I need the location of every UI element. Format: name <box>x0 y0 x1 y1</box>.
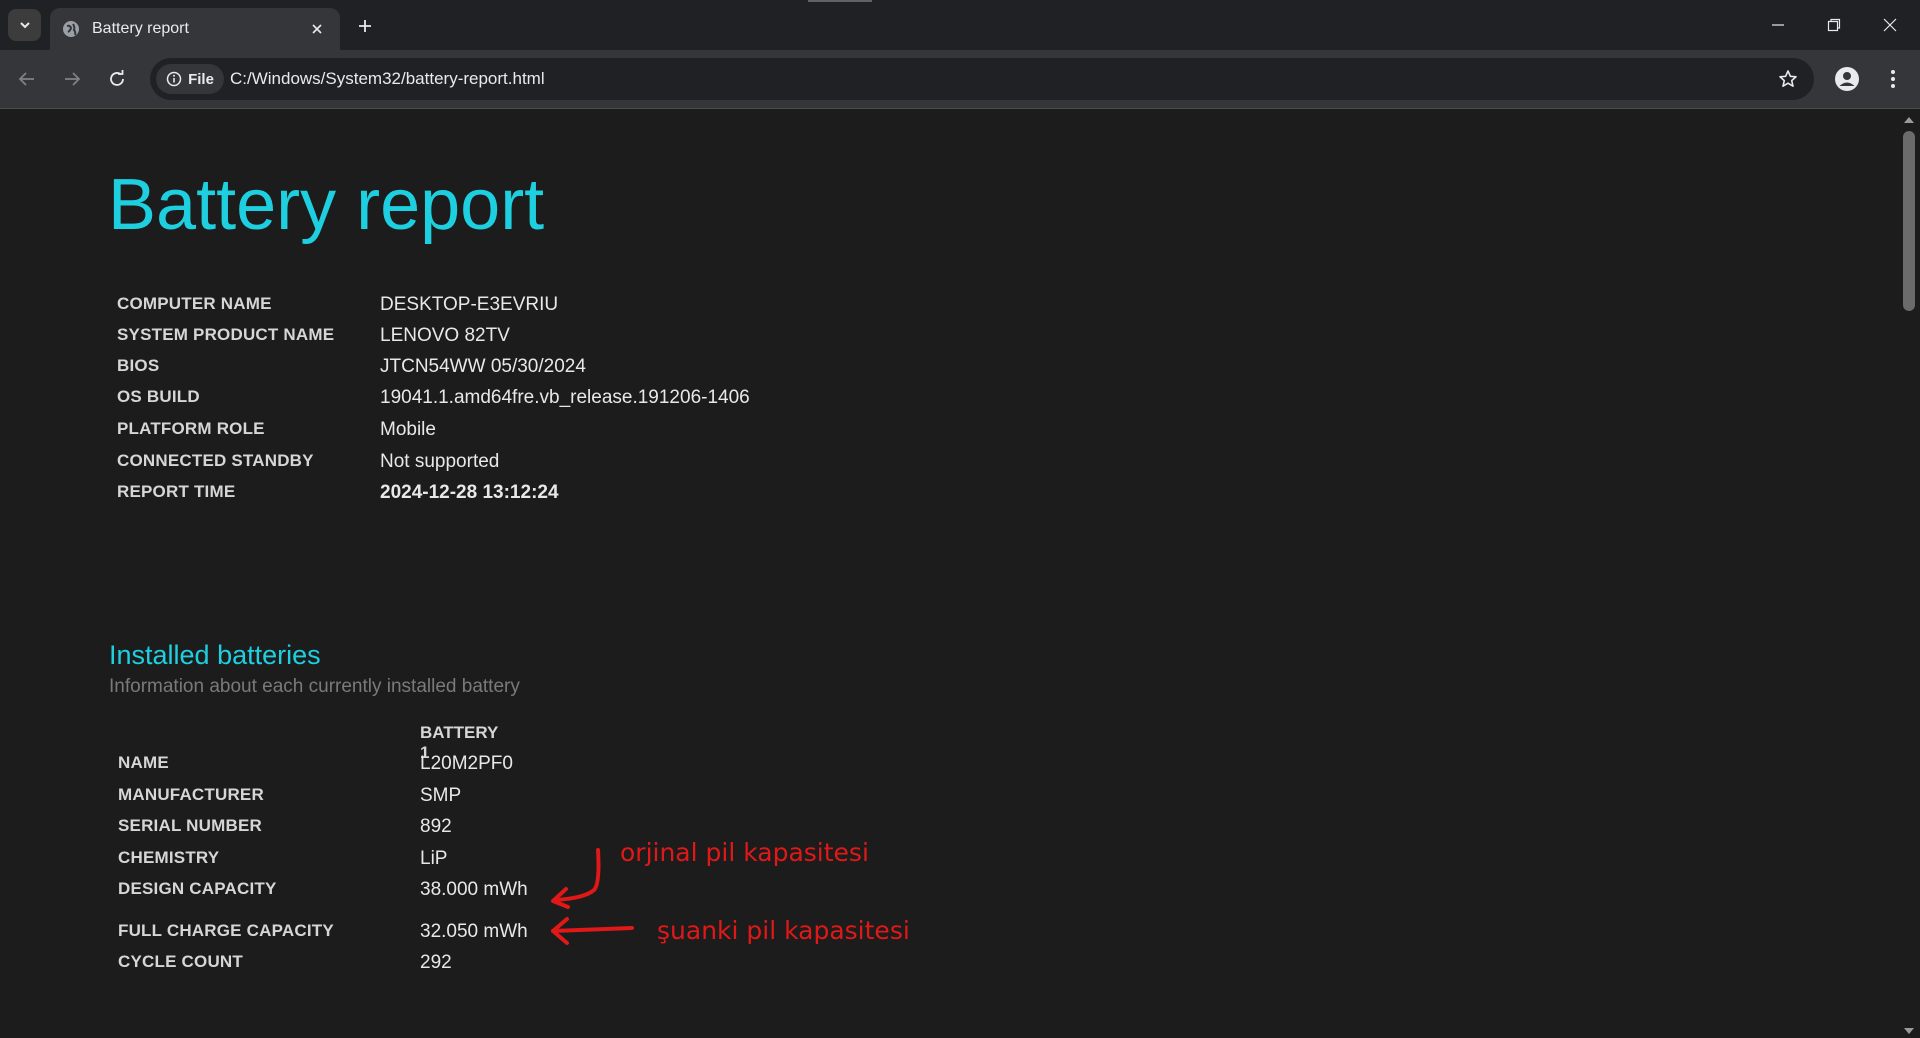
bookmark-star-icon[interactable] <box>1776 67 1800 91</box>
menu-button[interactable] <box>1876 62 1910 96</box>
scroll-up-arrow-icon[interactable] <box>1904 117 1914 123</box>
scrollbar-thumb[interactable] <box>1903 131 1915 311</box>
reload-icon <box>110 70 124 86</box>
browser-toolbar: File C:/Windows/System32/battery-report.… <box>0 50 1920 109</box>
new-tab-button[interactable] <box>352 13 378 39</box>
close-window-button[interactable] <box>1862 0 1918 50</box>
tab-strip: Battery report <box>0 0 1920 50</box>
back-button[interactable] <box>10 62 44 96</box>
plus-icon <box>359 20 371 32</box>
scroll-down-arrow-icon[interactable] <box>1904 1028 1914 1034</box>
chevron-down-icon <box>19 22 30 29</box>
page-content: Battery report COMPUTER NAME DESKTOP-E3E… <box>0 109 1898 1038</box>
minimize-button[interactable] <box>1750 0 1806 50</box>
avatar-icon <box>1835 67 1859 91</box>
close-icon <box>1883 18 1897 32</box>
arrow-left-icon <box>18 72 34 86</box>
site-info-chip[interactable]: File <box>156 64 224 94</box>
profile-button[interactable] <box>1830 62 1864 96</box>
close-tab-icon[interactable] <box>306 18 328 40</box>
annotation-arrows <box>551 848 634 945</box>
annotation-full-charge-capacity: şuanki pil kapasitesi <box>657 916 910 945</box>
forward-button[interactable] <box>55 62 89 96</box>
window-drag-indicator <box>808 0 872 2</box>
reload-button[interactable] <box>100 62 134 96</box>
chip-label: File <box>188 70 214 88</box>
page-scrollbar[interactable] <box>1898 109 1920 1038</box>
globe-icon <box>62 20 80 38</box>
tab-title: Battery report <box>92 20 189 37</box>
address-bar[interactable]: File C:/Windows/System32/battery-report.… <box>150 58 1814 100</box>
kebab-menu-icon <box>1891 70 1895 88</box>
url-text[interactable]: C:/Windows/System32/battery-report.html <box>230 58 545 100</box>
minimize-icon <box>1772 24 1784 26</box>
arrow-right-icon <box>65 72 81 86</box>
tab-search-button[interactable] <box>8 9 41 41</box>
tab-battery-report[interactable]: Battery report <box>50 8 340 50</box>
straight-arrow <box>551 926 634 933</box>
info-icon <box>166 71 182 87</box>
restore-button[interactable] <box>1806 0 1862 50</box>
annotation-design-capacity: orjinal pil kapasitesi <box>620 838 869 867</box>
restore-icon <box>1827 18 1841 32</box>
